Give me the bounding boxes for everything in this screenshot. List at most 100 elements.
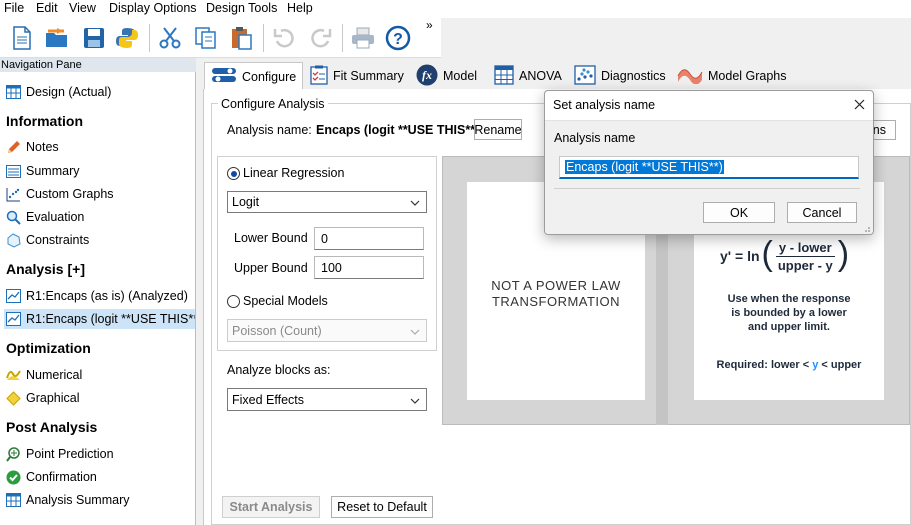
analyze-blocks-label: Analyze blocks as:: [227, 363, 331, 377]
logit-desc-2: is bounded by a lower: [731, 307, 847, 319]
graphical-optimization-icon: [6, 390, 21, 406]
toolbar-separator: [263, 24, 264, 52]
special-model-select[interactable]: Poisson (Count): [227, 319, 427, 342]
line-chart-icon: [6, 289, 21, 304]
save-icon[interactable]: [81, 24, 107, 52]
upper-bound-input[interactable]: 100: [314, 256, 424, 279]
nav-graphical[interactable]: Graphical: [6, 388, 80, 408]
lower-bound-input[interactable]: 0: [314, 227, 424, 250]
toolbar-separator: [342, 24, 343, 52]
cancel-button[interactable]: Cancel: [787, 202, 857, 223]
diagnostics-scatter-icon: [574, 64, 596, 88]
analysis-name-value: Encaps (logit **USE THIS**): [316, 123, 480, 137]
configure-analysis-title: Configure Analysis: [218, 97, 328, 111]
nav-design[interactable]: Design (Actual): [6, 82, 111, 102]
blocks-select[interactable]: Fixed Effects: [227, 388, 427, 411]
summary-list-icon: [6, 164, 21, 179]
grid-table-icon: [494, 64, 514, 88]
checklist-icon: [310, 65, 328, 88]
dialog-title: Set analysis name: [553, 98, 656, 112]
start-analysis-button[interactable]: Start Analysis: [222, 496, 320, 518]
nav-numerical[interactable]: Numerical: [6, 365, 82, 385]
toolbar-empty-area: [441, 18, 911, 58]
toolbar-overflow[interactable]: »: [426, 18, 433, 32]
chevron-down-icon: [410, 324, 420, 338]
menu-bar: File Edit View Display Options Design To…: [0, 0, 911, 18]
cut-icon[interactable]: [157, 24, 183, 52]
close-icon[interactable]: [851, 96, 867, 112]
nav-confirmation[interactable]: Confirmation: [6, 467, 97, 487]
copy-icon[interactable]: [193, 24, 219, 52]
menu-design-tools[interactable]: Design Tools: [206, 1, 277, 15]
linear-regression-radio[interactable]: [227, 167, 240, 180]
svg-text:fx: fx: [422, 68, 432, 82]
special-models-label[interactable]: Special Models: [243, 294, 328, 308]
nav-evaluation[interactable]: Evaluation: [6, 207, 84, 227]
table-icon: [6, 493, 21, 508]
ok-button[interactable]: OK: [703, 202, 775, 223]
special-models-radio[interactable]: [227, 295, 240, 308]
tab-configure[interactable]: Configure: [204, 62, 304, 90]
paste-icon[interactable]: [228, 24, 254, 52]
print-icon[interactable]: [350, 24, 376, 52]
linear-regression-label[interactable]: Linear Regression: [243, 166, 344, 180]
line-chart-icon: [6, 312, 21, 327]
nav-summary[interactable]: Summary: [6, 161, 79, 181]
transform-select[interactable]: Logit: [227, 191, 427, 213]
reset-default-button[interactable]: Reset to Default: [331, 496, 433, 518]
scatter-plot-icon: [6, 187, 21, 202]
surface-graph-icon: [677, 66, 703, 87]
analysis-name-input[interactable]: Encaps (logit **USE THIS**): [559, 156, 859, 179]
tab-model[interactable]: fx Model: [410, 62, 483, 90]
navigation-pane-header: Navigation Pane: [0, 58, 196, 72]
nav-analysis-logit[interactable]: R1:Encaps (logit **USE THIS**) (: [4, 309, 195, 329]
tab-diagnostics[interactable]: Diagnostics: [568, 62, 672, 90]
nav-analysis-summary[interactable]: Analysis Summary: [6, 490, 130, 510]
dialog-field-label: Analysis name: [554, 131, 636, 145]
check-circle-icon: [6, 470, 21, 485]
menu-help[interactable]: Help: [287, 1, 313, 15]
table-icon: [6, 85, 21, 100]
nav-section-analysis[interactable]: Analysis [+]: [6, 261, 85, 277]
chevron-down-icon: [410, 195, 420, 209]
new-file-icon[interactable]: [9, 24, 35, 52]
rename-button[interactable]: Rename: [474, 119, 522, 140]
logit-formula: y' = ln ( y - lower upper - y ): [720, 235, 850, 273]
logit-requirement: Required: lower < y < upper: [716, 359, 862, 371]
nav-point-prediction[interactable]: Point Prediction: [6, 444, 114, 464]
function-icon: fx: [416, 64, 438, 89]
power-law-line2: TRANSFORMATION: [491, 294, 621, 309]
tab-anova[interactable]: ANOVA: [488, 62, 568, 90]
nav-notes[interactable]: Notes: [6, 137, 59, 157]
numerical-optimization-icon: [6, 368, 21, 383]
pencil-icon: [6, 140, 21, 155]
logit-desc-1: Use when the response: [727, 293, 851, 305]
nav-section-optimization: Optimization: [6, 340, 91, 356]
menu-file[interactable]: File: [4, 1, 24, 15]
undo-icon[interactable]: [272, 24, 298, 52]
nav-constraints[interactable]: Constraints: [6, 230, 89, 250]
menu-edit[interactable]: Edit: [36, 1, 58, 15]
lower-bound-label: Lower Bound: [234, 231, 308, 245]
point-prediction-icon: [6, 446, 21, 462]
help-icon[interactable]: ?: [385, 24, 411, 52]
redo-icon[interactable]: [307, 24, 333, 52]
tab-model-graphs[interactable]: Model Graphs: [671, 62, 793, 90]
constraints-icon: [6, 232, 21, 248]
nav-custom-graphs[interactable]: Custom Graphs: [6, 184, 114, 204]
power-law-line1: NOT A POWER LAW: [491, 278, 621, 293]
resize-grip-icon[interactable]: [861, 222, 871, 232]
nav-analysis-as-is[interactable]: R1:Encaps (as is) (Analyzed): [6, 286, 188, 306]
open-folder-icon[interactable]: [44, 24, 70, 52]
nav-section-information: Information: [6, 113, 83, 129]
logit-desc-3: and upper limit.: [748, 321, 830, 333]
magnifier-icon: [6, 210, 21, 225]
analysis-name-label: Analysis name:: [227, 123, 312, 137]
toggle-icon: [211, 67, 237, 86]
python-icon[interactable]: [114, 24, 140, 52]
nav-section-post-analysis: Post Analysis: [6, 419, 98, 435]
upper-bound-label: Upper Bound: [234, 261, 308, 275]
menu-display-options[interactable]: Display Options: [109, 1, 197, 15]
menu-view[interactable]: View: [69, 1, 96, 15]
tab-fit-summary[interactable]: Fit Summary: [304, 62, 410, 90]
